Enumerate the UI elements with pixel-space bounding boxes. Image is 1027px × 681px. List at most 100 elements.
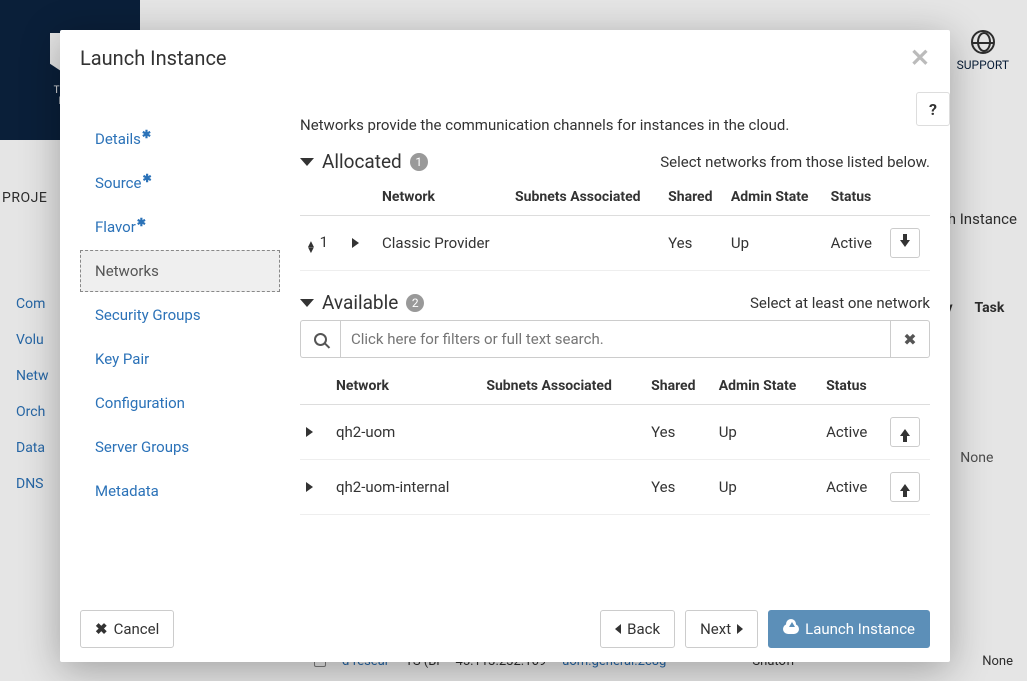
modal-title: Launch Instance bbox=[80, 46, 227, 70]
cancel-label: Cancel bbox=[114, 620, 160, 638]
cell-subnets bbox=[480, 405, 645, 460]
arrow-down-icon bbox=[900, 240, 910, 247]
next-label: Next bbox=[700, 620, 731, 638]
chevron-left-icon bbox=[615, 624, 621, 634]
cell-subnets bbox=[509, 216, 662, 271]
help-button[interactable]: ? bbox=[916, 92, 950, 126]
step-configuration[interactable]: Configuration bbox=[80, 382, 280, 424]
panel-description: Networks provide the communication chann… bbox=[300, 116, 930, 134]
required-star-icon: ✱ bbox=[137, 216, 146, 229]
help-icon: ? bbox=[929, 100, 937, 119]
step-flavor[interactable]: Flavor✱ bbox=[80, 206, 280, 248]
step-metadata[interactable]: Metadata bbox=[80, 470, 280, 512]
allocated-row: ▲▼ 1 Classic Provider Yes Up Active bbox=[300, 216, 930, 271]
cell-subnets bbox=[480, 460, 645, 515]
step-networks[interactable]: Networks bbox=[80, 250, 280, 292]
th-admin: Admin State bbox=[725, 179, 825, 216]
expand-row-icon[interactable] bbox=[306, 427, 313, 437]
networks-panel: Networks provide the communication chann… bbox=[280, 86, 930, 596]
th-subnets: Subnets Associated bbox=[509, 179, 662, 216]
chevron-down-icon[interactable] bbox=[300, 299, 314, 307]
allocated-hint: Select networks from those listed below. bbox=[660, 153, 930, 171]
search-input[interactable] bbox=[340, 320, 890, 358]
step-key-pair-label: Key Pair bbox=[95, 350, 149, 368]
wizard-steps: Details✱ Source✱ Flavor✱ Networks Securi… bbox=[80, 86, 280, 596]
cell-shared: Yes bbox=[662, 216, 725, 271]
step-source-label: Source bbox=[95, 174, 141, 192]
available-row: qh2-uom Yes Up Active bbox=[300, 405, 930, 460]
close-icon: ✖ bbox=[95, 620, 108, 638]
add-network-button[interactable] bbox=[890, 417, 920, 447]
cell-shared: Yes bbox=[645, 460, 713, 515]
cell-network: Classic Provider bbox=[376, 216, 509, 271]
launch-instance-button[interactable]: Launch Instance bbox=[768, 610, 930, 648]
expand-row-icon[interactable] bbox=[306, 482, 313, 492]
modal-header: Launch Instance ✕ bbox=[60, 30, 950, 86]
back-label: Back bbox=[627, 620, 660, 638]
cancel-button[interactable]: ✖ Cancel bbox=[80, 610, 174, 648]
reorder-handle[interactable]: ▲▼ bbox=[306, 242, 316, 253]
cell-admin: Up bbox=[713, 405, 820, 460]
step-details[interactable]: Details✱ bbox=[80, 118, 280, 160]
step-source[interactable]: Source✱ bbox=[80, 162, 280, 204]
cell-network: qh2-uom-internal bbox=[330, 460, 480, 515]
step-flavor-label: Flavor bbox=[95, 218, 136, 236]
chevron-down-icon[interactable] bbox=[300, 158, 314, 166]
arrow-up-icon bbox=[900, 484, 910, 491]
th-status: Status bbox=[825, 179, 884, 216]
cell-admin: Up bbox=[725, 216, 825, 271]
arrow-up-icon bbox=[900, 429, 910, 436]
chevron-right-icon bbox=[737, 624, 743, 634]
step-server-groups-label: Server Groups bbox=[95, 438, 189, 456]
allocated-count-badge: 1 bbox=[410, 153, 428, 171]
clear-search-button[interactable]: ✖ bbox=[890, 320, 930, 358]
available-title: Available bbox=[322, 291, 398, 314]
add-network-button[interactable] bbox=[890, 472, 920, 502]
launch-instance-modal: Launch Instance ✕ ? Details✱ Source✱ Fla… bbox=[60, 30, 950, 662]
th-network: Network bbox=[330, 368, 480, 405]
available-header-row: Available 2 Select at least one network bbox=[300, 291, 930, 314]
available-count-badge: 2 bbox=[406, 294, 424, 312]
step-metadata-label: Metadata bbox=[95, 482, 159, 500]
step-details-label: Details bbox=[95, 130, 141, 148]
available-hint: Select at least one network bbox=[750, 294, 930, 312]
th-subnets: Subnets Associated bbox=[480, 368, 645, 405]
modal-footer: ✖ Cancel Back Next Launch Instance bbox=[60, 596, 950, 662]
search-icon bbox=[314, 333, 327, 346]
th-admin: Admin State bbox=[713, 368, 820, 405]
search-prefix bbox=[300, 320, 340, 358]
available-row: qh2-uom-internal Yes Up Active bbox=[300, 460, 930, 515]
allocated-table: Network Subnets Associated Shared Admin … bbox=[300, 179, 930, 271]
th-shared: Shared bbox=[645, 368, 713, 405]
cell-status: Active bbox=[820, 405, 884, 460]
close-icon[interactable]: ✕ bbox=[910, 46, 930, 70]
step-configuration-label: Configuration bbox=[95, 394, 185, 412]
step-server-groups[interactable]: Server Groups bbox=[80, 426, 280, 468]
step-security-groups-label: Security Groups bbox=[95, 306, 201, 324]
step-networks-label: Networks bbox=[95, 262, 159, 280]
cell-network: qh2-uom bbox=[330, 405, 480, 460]
order-num: 1 bbox=[320, 233, 328, 251]
th-shared: Shared bbox=[662, 179, 725, 216]
step-key-pair[interactable]: Key Pair bbox=[80, 338, 280, 380]
cloud-upload-icon bbox=[783, 624, 799, 634]
cell-status: Active bbox=[825, 216, 884, 271]
search-wrap: ✖ bbox=[300, 320, 930, 358]
required-star-icon: ✱ bbox=[142, 128, 151, 141]
expand-row-icon[interactable] bbox=[352, 238, 359, 248]
th-network: Network bbox=[376, 179, 509, 216]
step-security-groups[interactable]: Security Groups bbox=[80, 294, 280, 336]
required-star-icon: ✱ bbox=[142, 172, 151, 185]
close-icon: ✖ bbox=[903, 330, 916, 349]
th-status: Status bbox=[820, 368, 884, 405]
next-button[interactable]: Next bbox=[685, 610, 758, 648]
cell-admin: Up bbox=[713, 460, 820, 515]
available-table: Network Subnets Associated Shared Admin … bbox=[300, 368, 930, 515]
cell-status: Active bbox=[820, 460, 884, 515]
allocated-title: Allocated bbox=[322, 150, 402, 173]
back-button[interactable]: Back bbox=[600, 610, 675, 648]
allocated-header-row: Allocated 1 Select networks from those l… bbox=[300, 150, 930, 173]
cell-shared: Yes bbox=[645, 405, 713, 460]
launch-label: Launch Instance bbox=[805, 620, 915, 638]
remove-network-button[interactable] bbox=[890, 228, 920, 258]
